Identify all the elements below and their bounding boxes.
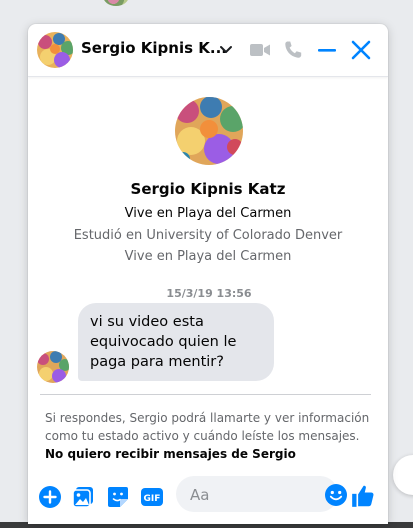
message-text-line: equivocado quien le — [90, 334, 237, 350]
video-call-icon[interactable] — [248, 38, 272, 62]
contact-name[interactable]: Sergio Kipnis K... — [81, 39, 227, 57]
message-bubble[interactable]: vi su video esta equivocado quien le pag… — [78, 303, 274, 381]
sticker-icon[interactable] — [106, 485, 130, 509]
profile-avatar[interactable] — [175, 97, 243, 165]
message-text-line: paga para mentir? — [90, 354, 224, 370]
sender-avatar[interactable] — [37, 351, 69, 383]
background-chat-head[interactable] — [393, 455, 413, 495]
profile-name[interactable]: Sergio Kipnis Katz — [28, 180, 388, 198]
message-timestamp: 15/3/19 13:56 — [166, 287, 252, 300]
gif-icon[interactable]: GIF — [140, 485, 164, 509]
background-strip — [0, 0, 413, 24]
plus-icon[interactable] — [38, 485, 62, 509]
message-composer: GIF — [28, 472, 388, 524]
profile-education: Estudió en University of Colorado Denver — [73, 228, 343, 243]
like-icon[interactable] — [350, 483, 376, 509]
profile-residence-secondary: Vive en Playa del Carmen — [124, 249, 292, 264]
message-input-box[interactable] — [176, 476, 347, 514]
reply-notice-text: Si respondes, Sergio podrá llamarte y ve… — [45, 411, 370, 443]
divider — [40, 394, 371, 395]
close-icon[interactable] — [349, 38, 373, 62]
block-messages-link[interactable]: No quiero recibir mensajes de Sergio — [45, 447, 296, 461]
minimize-icon[interactable] — [315, 38, 339, 62]
chat-header: Sergio Kipnis K... — [28, 24, 388, 77]
message-input[interactable] — [188, 476, 310, 514]
svg-text:GIF: GIF — [144, 494, 161, 504]
messenger-screen: Sergio Kipnis K... Sergio Kipnis Katz Vi… — [0, 0, 413, 528]
message-text-line: vi su video esta — [90, 314, 204, 330]
chat-window: Sergio Kipnis K... Sergio Kipnis Katz Vi… — [28, 24, 388, 524]
photo-icon[interactable] — [71, 485, 95, 509]
emoji-icon[interactable] — [324, 483, 348, 507]
profile-residence: Vive en Playa del Carmen — [124, 206, 292, 221]
phone-call-icon[interactable] — [281, 38, 305, 62]
reply-notice: Si respondes, Sergio podrá llamarte y ve… — [45, 409, 375, 463]
chevron-down-icon[interactable] — [218, 41, 234, 57]
contact-avatar[interactable] — [37, 32, 73, 68]
